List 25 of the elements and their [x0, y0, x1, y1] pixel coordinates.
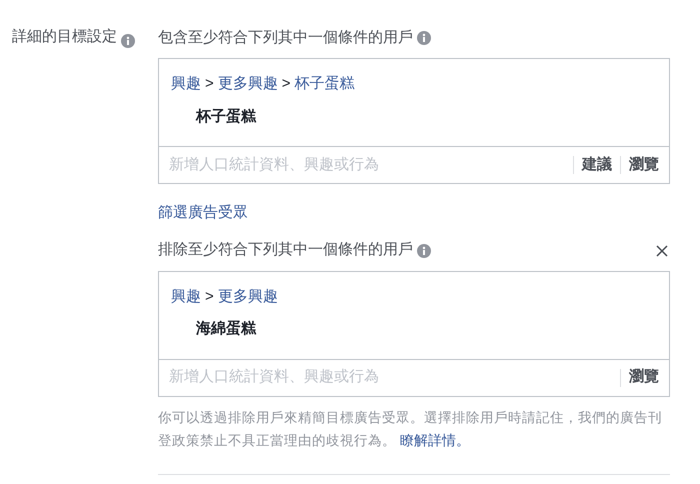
info-icon — [417, 244, 431, 258]
breadcrumb-link[interactable]: 興趣 — [171, 73, 201, 96]
breadcrumb-separator: > — [205, 286, 214, 306]
learn-more-link[interactable]: 瞭解詳情。 — [400, 432, 470, 448]
breadcrumb-link[interactable]: 杯子蛋糕 — [294, 73, 355, 96]
help-text: 你可以透過排除用戶來精簡目標廣告受眾。選擇排除用戶時請記住，我們的廣告刊登政策禁止不具正當理由的歧視行為。 瞭解詳情。 — [158, 408, 663, 450]
search-field[interactable]: 新增人口統計資料、興趣或行為 — [169, 154, 565, 176]
action-button[interactable]: 建議 — [582, 154, 612, 176]
breadcrumb-link[interactable]: 更多興趣 — [218, 73, 278, 96]
action-button[interactable]: 瀏覽 — [629, 366, 659, 389]
breadcrumb-link[interactable]: 更多興趣 — [218, 286, 278, 308]
search-field[interactable]: 新增人口統計資料、興趣或行為 — [169, 366, 612, 389]
breadcrumb-separator: > — [282, 74, 291, 94]
info-icon — [417, 31, 431, 45]
selected-item: 杯子蛋糕 — [194, 106, 258, 126]
section-heading: 包含至少符合下列其中一個條件的用戶 — [158, 28, 413, 48]
breadcrumb-link[interactable]: 興趣 — [171, 286, 201, 308]
selected-item: 海綿蛋糕 — [195, 319, 258, 339]
close-button[interactable] — [654, 242, 670, 258]
breadcrumb-separator: > — [205, 74, 214, 94]
action-button[interactable]: 瀏覽 — [629, 154, 659, 176]
info-icon — [121, 34, 135, 48]
section-heading: 排除至少符合下列其中一個條件的用戶 — [158, 240, 413, 260]
filter-audience-link[interactable]: 篩選廣告受眾 — [158, 202, 670, 224]
field-label: 詳細的目標設定 — [12, 27, 117, 47]
